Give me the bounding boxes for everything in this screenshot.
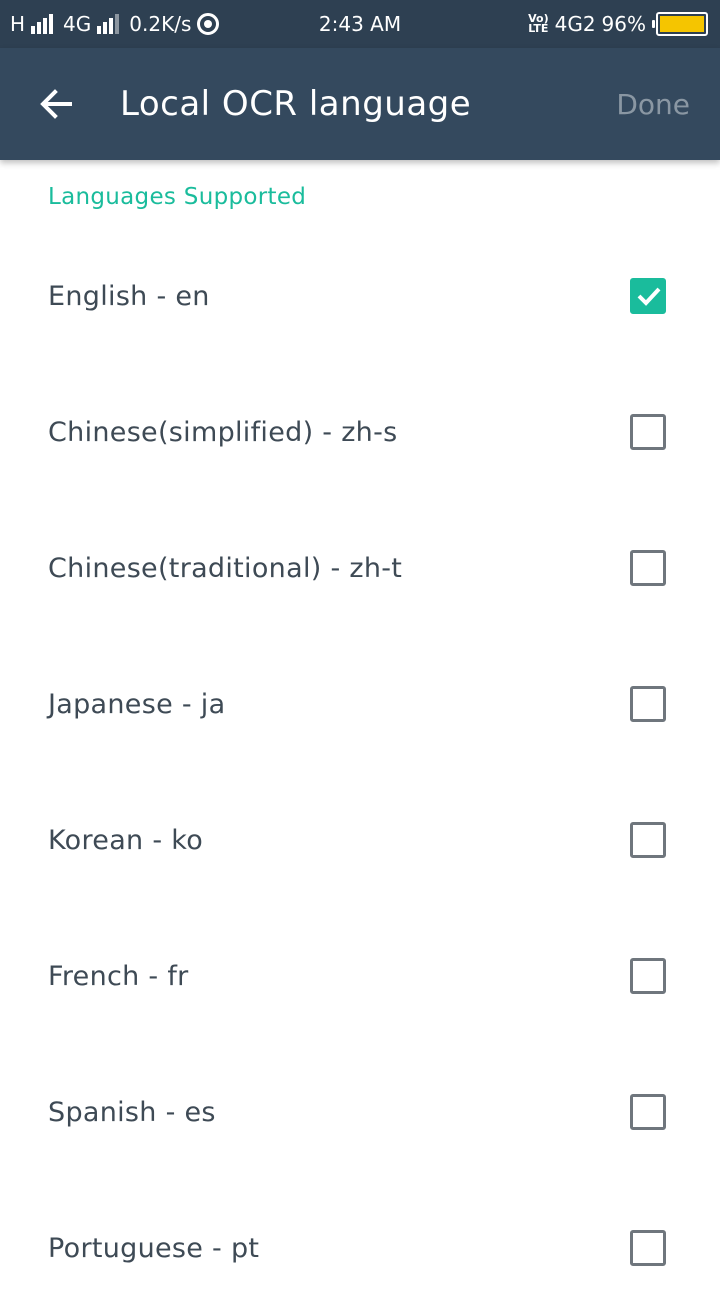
language-row[interactable]: English - en bbox=[0, 228, 720, 364]
done-button[interactable]: Done bbox=[616, 48, 690, 160]
signal-icon-2 bbox=[97, 14, 120, 34]
status-right: Vo) LTE 4G2 96% bbox=[528, 0, 708, 48]
language-label: Chinese(simplified) - zh-s bbox=[48, 416, 398, 448]
language-label: Spanish - es bbox=[48, 1096, 216, 1128]
battery-icon bbox=[652, 12, 708, 36]
language-checkbox[interactable] bbox=[630, 1230, 666, 1266]
language-checkbox[interactable] bbox=[630, 822, 666, 858]
language-label: French - fr bbox=[48, 960, 189, 992]
language-checkbox[interactable] bbox=[630, 958, 666, 994]
language-row[interactable]: French - fr bbox=[0, 908, 720, 1044]
language-row[interactable]: Spanish - es bbox=[0, 1044, 720, 1180]
language-row[interactable]: Portuguese - pt bbox=[0, 1180, 720, 1316]
back-button[interactable] bbox=[30, 78, 82, 130]
volte-bottom: LTE bbox=[528, 22, 549, 35]
status-bar: H 4G 0.2K/s 2:43 AM Vo) LTE 4G2 96% bbox=[0, 0, 720, 48]
check-icon bbox=[637, 287, 661, 306]
language-checkbox[interactable] bbox=[630, 686, 666, 722]
battery-fill bbox=[660, 16, 704, 32]
chrome-icon bbox=[197, 13, 220, 35]
battery-percent: 96% bbox=[601, 12, 646, 36]
page-title: Local OCR language bbox=[120, 84, 472, 124]
section-header: Languages Supported bbox=[48, 184, 307, 210]
language-row[interactable]: Korean - ko bbox=[0, 772, 720, 908]
language-row[interactable]: Chinese(simplified) - zh-s bbox=[0, 364, 720, 500]
language-label: English - en bbox=[48, 280, 210, 312]
volte-indicator: Vo) LTE bbox=[528, 13, 549, 35]
language-row[interactable]: Japanese - ja bbox=[0, 636, 720, 772]
clock: 2:43 AM bbox=[318, 12, 402, 36]
language-list: English - en Chinese(simplified) - zh-s … bbox=[0, 228, 720, 1316]
language-checkbox[interactable] bbox=[630, 550, 666, 586]
language-checkbox[interactable] bbox=[630, 1094, 666, 1130]
network-type-h: H bbox=[10, 12, 26, 36]
language-label: Portuguese - pt bbox=[48, 1232, 260, 1264]
data-speed: 0.2K/s bbox=[129, 12, 192, 36]
network-type-4g2: 4G2 bbox=[554, 12, 596, 36]
app-bar: Local OCR language Done bbox=[0, 48, 720, 160]
status-left: H 4G 0.2K/s bbox=[10, 0, 220, 48]
language-label: Japanese - ja bbox=[48, 688, 226, 720]
language-checkbox[interactable] bbox=[630, 278, 666, 314]
network-type-4g: 4G bbox=[63, 12, 92, 36]
arrow-left-icon bbox=[40, 89, 72, 119]
language-label: Chinese(traditional) - zh-t bbox=[48, 552, 403, 584]
signal-icon bbox=[31, 14, 54, 34]
language-row[interactable]: Chinese(traditional) - zh-t bbox=[0, 500, 720, 636]
language-checkbox[interactable] bbox=[630, 414, 666, 450]
language-label: Korean - ko bbox=[48, 824, 204, 856]
